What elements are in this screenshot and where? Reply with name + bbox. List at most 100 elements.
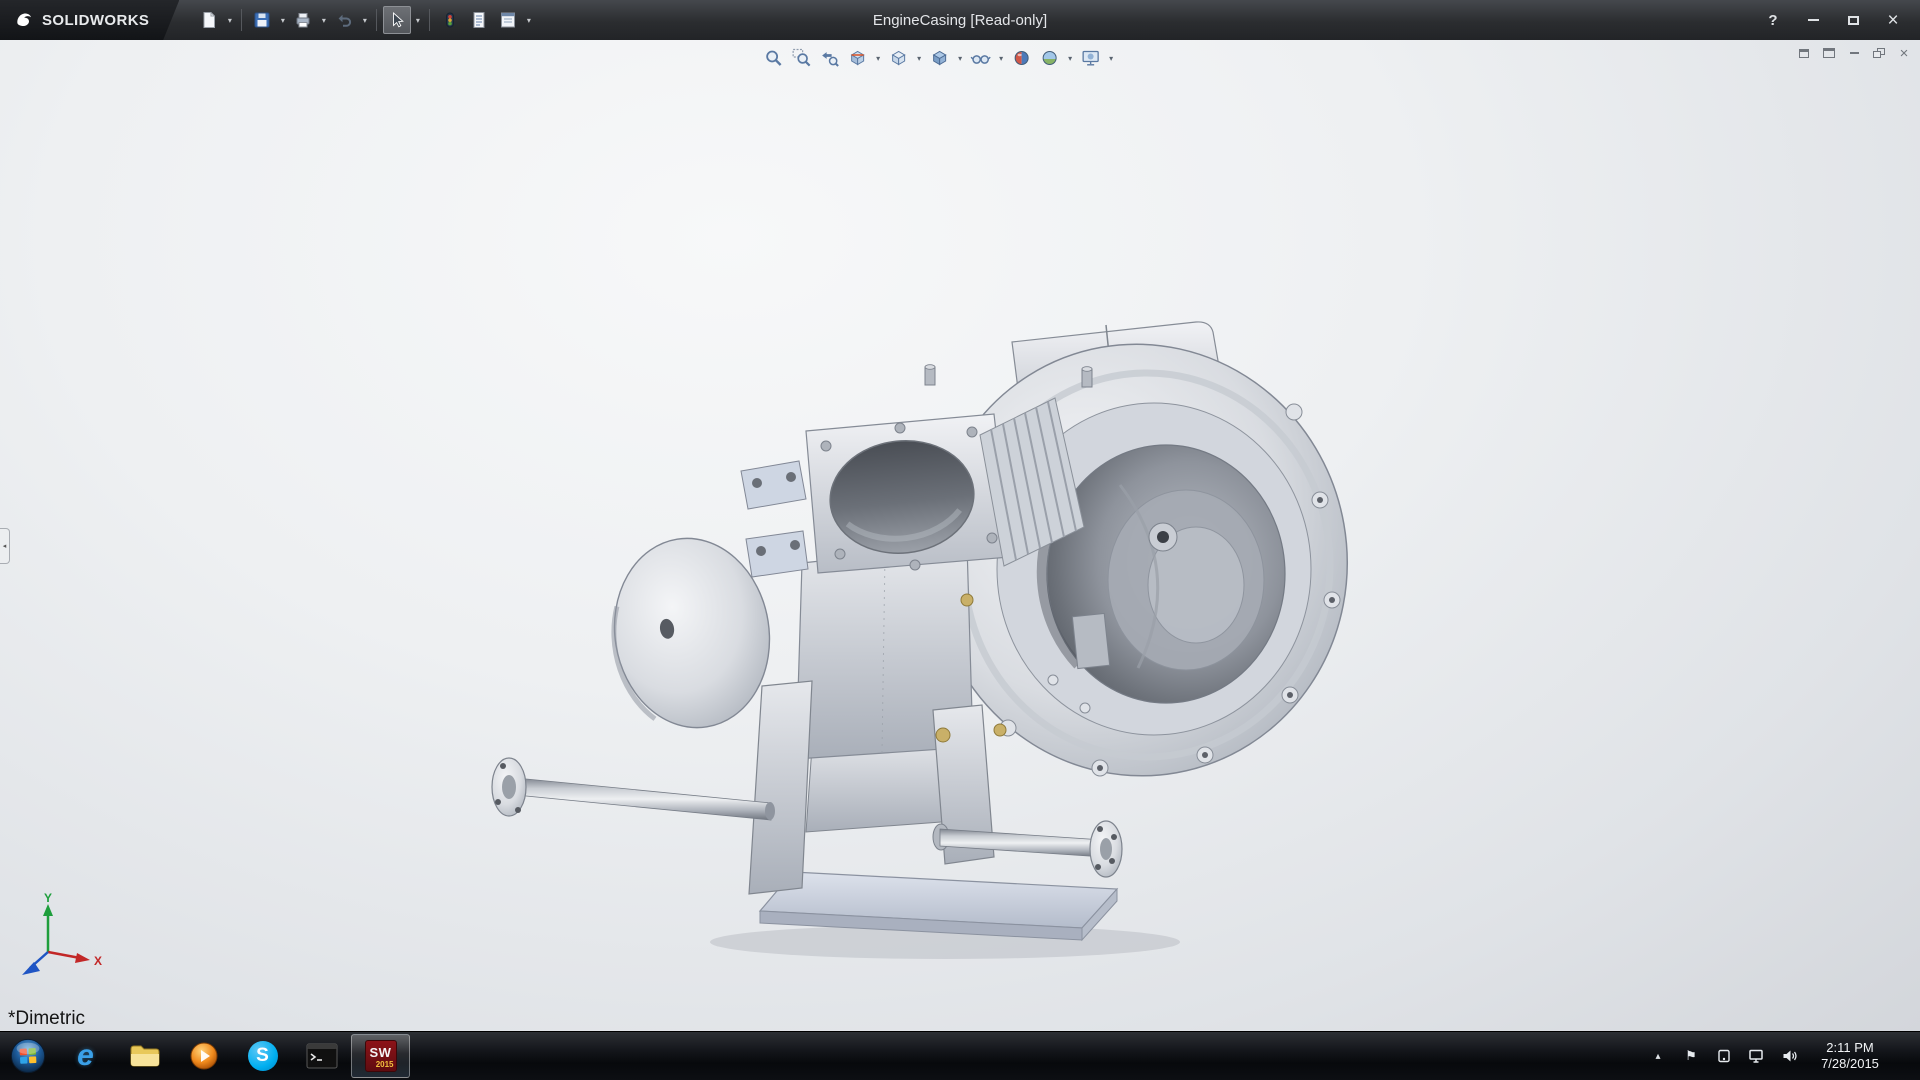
zoom-to-fit-icon: [764, 48, 784, 68]
doc-window-button[interactable]: [1796, 46, 1812, 60]
dropdown-icon[interactable]: ▾: [996, 54, 1007, 63]
options-form-icon: [498, 10, 518, 30]
display-style-button[interactable]: [927, 45, 953, 71]
taskbar-clock[interactable]: 2:11 PM 7/28/2015: [1813, 1040, 1887, 1072]
dropdown-icon[interactable]: ▾: [1065, 54, 1076, 63]
hide-show-items-icon: [971, 48, 991, 68]
dropdown-icon[interactable]: ▾: [955, 54, 966, 63]
ds-mark-icon: [14, 10, 34, 30]
zoom-to-area-icon: [792, 48, 812, 68]
folder-icon: [129, 1043, 161, 1069]
new-document-button[interactable]: [195, 6, 223, 34]
volume-icon[interactable]: [1780, 1044, 1800, 1068]
dropdown-icon[interactable]: ▾: [318, 16, 329, 25]
triad-x-label: X: [94, 954, 102, 968]
triad-y-label: Y: [44, 892, 52, 905]
dropdown-icon[interactable]: ▾: [914, 54, 925, 63]
taskbar-app-file-explorer[interactable]: [115, 1032, 174, 1080]
maximize-icon: [1848, 16, 1859, 25]
view-settings-icon: [1081, 48, 1101, 68]
minimize-icon: [1808, 19, 1819, 21]
help-button[interactable]: ?: [1762, 9, 1784, 31]
start-button[interactable]: [0, 1032, 56, 1080]
brand-text: SOLIDWORKS: [42, 12, 149, 29]
close-button[interactable]: ×: [1882, 9, 1904, 31]
edit-appearance-icon: [1012, 48, 1032, 68]
toolbar-separator: [241, 9, 242, 31]
section-view-button[interactable]: [845, 45, 871, 71]
clock-date: 7/28/2015: [1821, 1056, 1879, 1072]
titlebar[interactable]: SOLIDWORKS ▾ ▾: [0, 0, 1920, 40]
save-button[interactable]: [248, 6, 276, 34]
print-icon: [293, 10, 313, 30]
clock-time: 2:11 PM: [1826, 1040, 1873, 1056]
media-player-icon: [189, 1041, 219, 1071]
graphics-viewport[interactable]: ▾ ▾ ▾: [0, 40, 1920, 1031]
dropdown-icon[interactable]: ▾: [873, 54, 884, 63]
options-button[interactable]: [494, 6, 522, 34]
engine-casing-model[interactable]: [0, 40, 1920, 1031]
dropdown-icon[interactable]: ▾: [359, 16, 370, 25]
action-center-flag-icon[interactable]: ⚑: [1681, 1044, 1701, 1068]
command-prompt-icon: [306, 1043, 338, 1069]
doc-close-button[interactable]: ×: [1896, 46, 1912, 60]
solidworks-year-badge: 2015: [376, 1060, 394, 1069]
toolbar-separator: [376, 9, 377, 31]
toolbar-separator: [429, 9, 430, 31]
doc-window-button[interactable]: [1821, 46, 1837, 60]
dropdown-icon[interactable]: ▾: [1106, 54, 1117, 63]
zoom-to-fit-button[interactable]: [761, 45, 787, 71]
minimize-button[interactable]: [1802, 9, 1824, 31]
skype-icon: S: [248, 1041, 278, 1071]
select-cursor-icon: [387, 10, 407, 30]
zoom-to-area-button[interactable]: [789, 45, 815, 71]
save-icon: [252, 10, 272, 30]
rebuild-traffic-light-icon: [440, 10, 460, 30]
edit-appearance-button[interactable]: [1009, 45, 1035, 71]
dropdown-icon[interactable]: ▾: [412, 16, 423, 25]
taskbar-app-command-prompt[interactable]: [292, 1032, 351, 1080]
undo-button[interactable]: [330, 6, 358, 34]
solidworks-logo[interactable]: SOLIDWORKS: [0, 0, 179, 40]
orientation-triad[interactable]: Y X: [14, 892, 114, 987]
taskbar-app-solidworks[interactable]: SW 2015: [351, 1034, 410, 1078]
display-style-icon: [930, 48, 950, 68]
doc-minimize-button[interactable]: [1846, 46, 1862, 60]
print-button[interactable]: [289, 6, 317, 34]
system-tray: ▴ ⚑ 2:11 PM 7/28/2015: [1648, 1032, 1920, 1080]
file-properties-button[interactable]: [465, 6, 493, 34]
network-display-icon[interactable]: [1747, 1044, 1767, 1068]
doc-restore-button[interactable]: [1871, 46, 1887, 60]
dropdown-icon[interactable]: ▾: [224, 16, 235, 25]
window-icon: [1799, 49, 1809, 58]
document-window-controls: ×: [1796, 46, 1912, 60]
titlebar-toolbar: ▾ ▾ ▾: [195, 6, 534, 34]
solidworks-taskbar-icon: SW 2015: [365, 1040, 397, 1072]
new-document-icon: [199, 10, 219, 30]
minimize-icon: [1850, 52, 1859, 54]
window-title: EngineCasing [Read-only]: [873, 12, 1047, 29]
select-button[interactable]: [383, 6, 411, 34]
rebuild-button[interactable]: [436, 6, 464, 34]
dropdown-icon[interactable]: ▾: [277, 16, 288, 25]
skype-letter: S: [256, 1045, 269, 1067]
view-settings-button[interactable]: [1078, 45, 1104, 71]
previous-view-button[interactable]: [817, 45, 843, 71]
taskbar-app-internet-explorer[interactable]: e: [56, 1032, 115, 1080]
taskbar-app-media-player[interactable]: [174, 1032, 233, 1080]
hide-show-items-button[interactable]: [968, 45, 994, 71]
file-properties-icon: [469, 10, 489, 30]
maximize-button[interactable]: [1842, 9, 1864, 31]
solidworks-logo-letters: SW: [370, 1045, 392, 1060]
undo-icon: [334, 10, 354, 30]
device-icon[interactable]: [1714, 1044, 1734, 1068]
internet-explorer-icon: e: [77, 1039, 94, 1073]
apply-scene-button[interactable]: [1037, 45, 1063, 71]
previous-view-icon: [820, 48, 840, 68]
view-orientation-button[interactable]: [886, 45, 912, 71]
taskbar-app-skype[interactable]: S: [233, 1032, 292, 1080]
hidden-icons-chevron[interactable]: ▴: [1648, 1044, 1668, 1068]
section-view-icon: [848, 48, 868, 68]
dropdown-icon[interactable]: ▾: [523, 16, 534, 25]
panel-flyout-tab[interactable]: ◂: [0, 528, 10, 564]
